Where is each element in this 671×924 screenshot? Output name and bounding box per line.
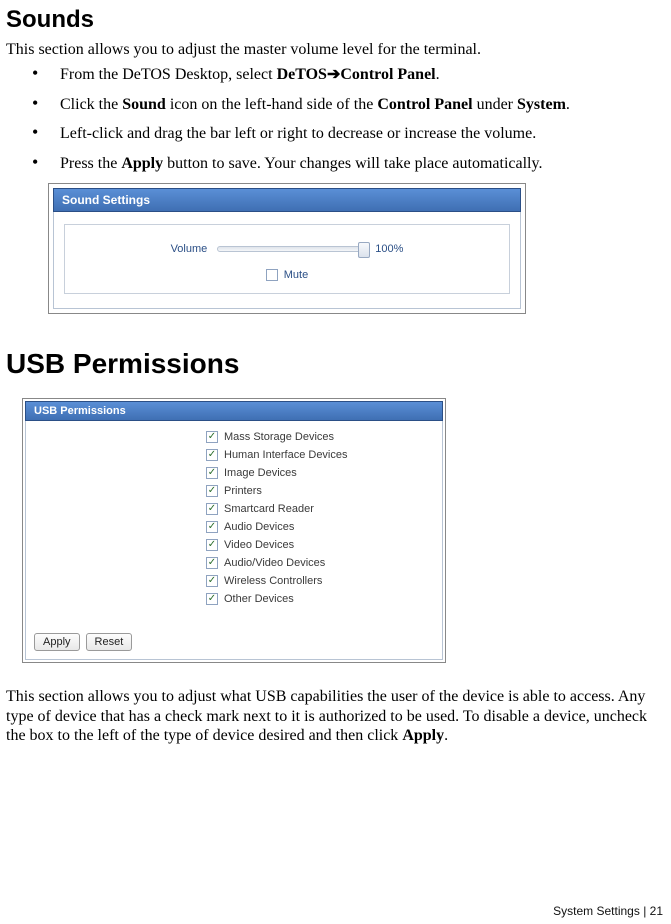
text: button to save. Your changes will take p… [163,155,542,172]
sound-settings-title: Sound Settings [53,188,521,212]
usb-device-list: ✓ Mass Storage Devices ✓ Human Interface De… [206,431,434,605]
bold-text: Apply [402,727,444,744]
text: icon on the left-hand side of the [166,96,378,113]
bold-text: System [517,96,566,113]
usb-device-checkbox[interactable]: ✓ [206,503,218,515]
text: . [436,66,440,83]
usb-device-row: ✓ Image Devices [206,467,434,479]
sounds-heading: Sounds [6,6,669,34]
mute-checkbox[interactable] [266,269,278,281]
text: Press the [60,155,121,172]
usb-device-label: Other Devices [224,593,294,605]
sound-settings-panel: Sound Settings Volume 100% Mute [48,183,526,314]
usb-device-row: ✓ Printers [206,485,434,497]
usb-device-label: Video Devices [224,539,294,551]
sounds-intro: This section allows you to adjust the ma… [6,40,669,59]
usb-device-checkbox[interactable]: ✓ [206,431,218,443]
bold-text: Control Panel [340,66,435,83]
usb-device-row: ✓ Audio Devices [206,521,434,533]
volume-value: 100% [375,243,403,255]
usb-device-checkbox[interactable]: ✓ [206,449,218,461]
bold-text: Control Panel [377,96,472,113]
usb-device-row: ✓ Wireless Controllers [206,575,434,587]
text: under [473,96,517,113]
page-footer: System Settings | 21 [553,904,663,918]
list-item: Press the Apply button to save. Your cha… [32,154,669,174]
text: . [444,727,448,744]
volume-label: Volume [171,243,208,255]
usb-device-checkbox[interactable]: ✓ [206,485,218,497]
usb-device-label: Audio Devices [224,521,294,533]
volume-slider-thumb[interactable] [358,242,370,258]
reset-button[interactable]: Reset [86,633,133,651]
bold-text: DeTOS [277,66,327,83]
usb-panel-body: ✓ Mass Storage Devices ✓ Human Interface De… [25,421,443,660]
usb-device-label: Mass Storage Devices [224,431,334,443]
apply-button[interactable]: Apply [34,633,80,651]
usb-device-row: ✓ Human Interface Devices [206,449,434,461]
usb-device-label: Audio/Video Devices [224,557,325,569]
usb-device-checkbox[interactable]: ✓ [206,467,218,479]
text: Click the [60,96,122,113]
volume-slider[interactable] [217,246,365,252]
usb-device-checkbox[interactable]: ✓ [206,557,218,569]
usb-device-checkbox[interactable]: ✓ [206,521,218,533]
usb-device-row: ✓ Video Devices [206,539,434,551]
text: This section allows you to adjust what U… [6,688,647,744]
sound-settings-inner: Volume 100% Mute [64,224,510,294]
usb-device-label: Image Devices [224,467,297,479]
usb-device-row: ✓ Other Devices [206,593,434,605]
usb-device-checkbox[interactable]: ✓ [206,593,218,605]
usb-device-row: ✓ Smartcard Reader [206,503,434,515]
usb-device-row: ✓ Audio/Video Devices [206,557,434,569]
sounds-bullet-list: From the DeTOS Desktop, select DeTOS➔Con… [6,65,669,173]
bold-text: Sound [122,96,166,113]
usb-device-label: Printers [224,485,262,497]
usb-device-label: Human Interface Devices [224,449,348,461]
usb-device-row: ✓ Mass Storage Devices [206,431,434,443]
list-item: Click the Sound icon on the left-hand si… [32,95,669,115]
list-item: From the DeTOS Desktop, select DeTOS➔Con… [32,65,669,85]
text: From the DeTOS Desktop, select [60,66,277,83]
usb-device-checkbox[interactable]: ✓ [206,539,218,551]
usb-device-label: Smartcard Reader [224,503,314,515]
mute-label: Mute [284,269,308,281]
usb-panel-title: USB Permissions [25,401,443,421]
usb-paragraph: This section allows you to adjust what U… [6,687,669,746]
text: . [566,96,570,113]
usb-permissions-panel: USB Permissions ✓ Mass Storage Devices ✓ Hu… [22,398,446,663]
bold-text: Apply [121,155,163,172]
text: Left-click and drag the bar left or righ… [60,125,536,142]
usb-heading: USB Permissions [6,348,669,380]
list-item: Left-click and drag the bar left or righ… [32,124,669,144]
arrow-icon: ➔ [327,66,340,83]
sound-settings-body: Volume 100% Mute [53,212,521,309]
usb-device-checkbox[interactable]: ✓ [206,575,218,587]
usb-device-label: Wireless Controllers [224,575,322,587]
